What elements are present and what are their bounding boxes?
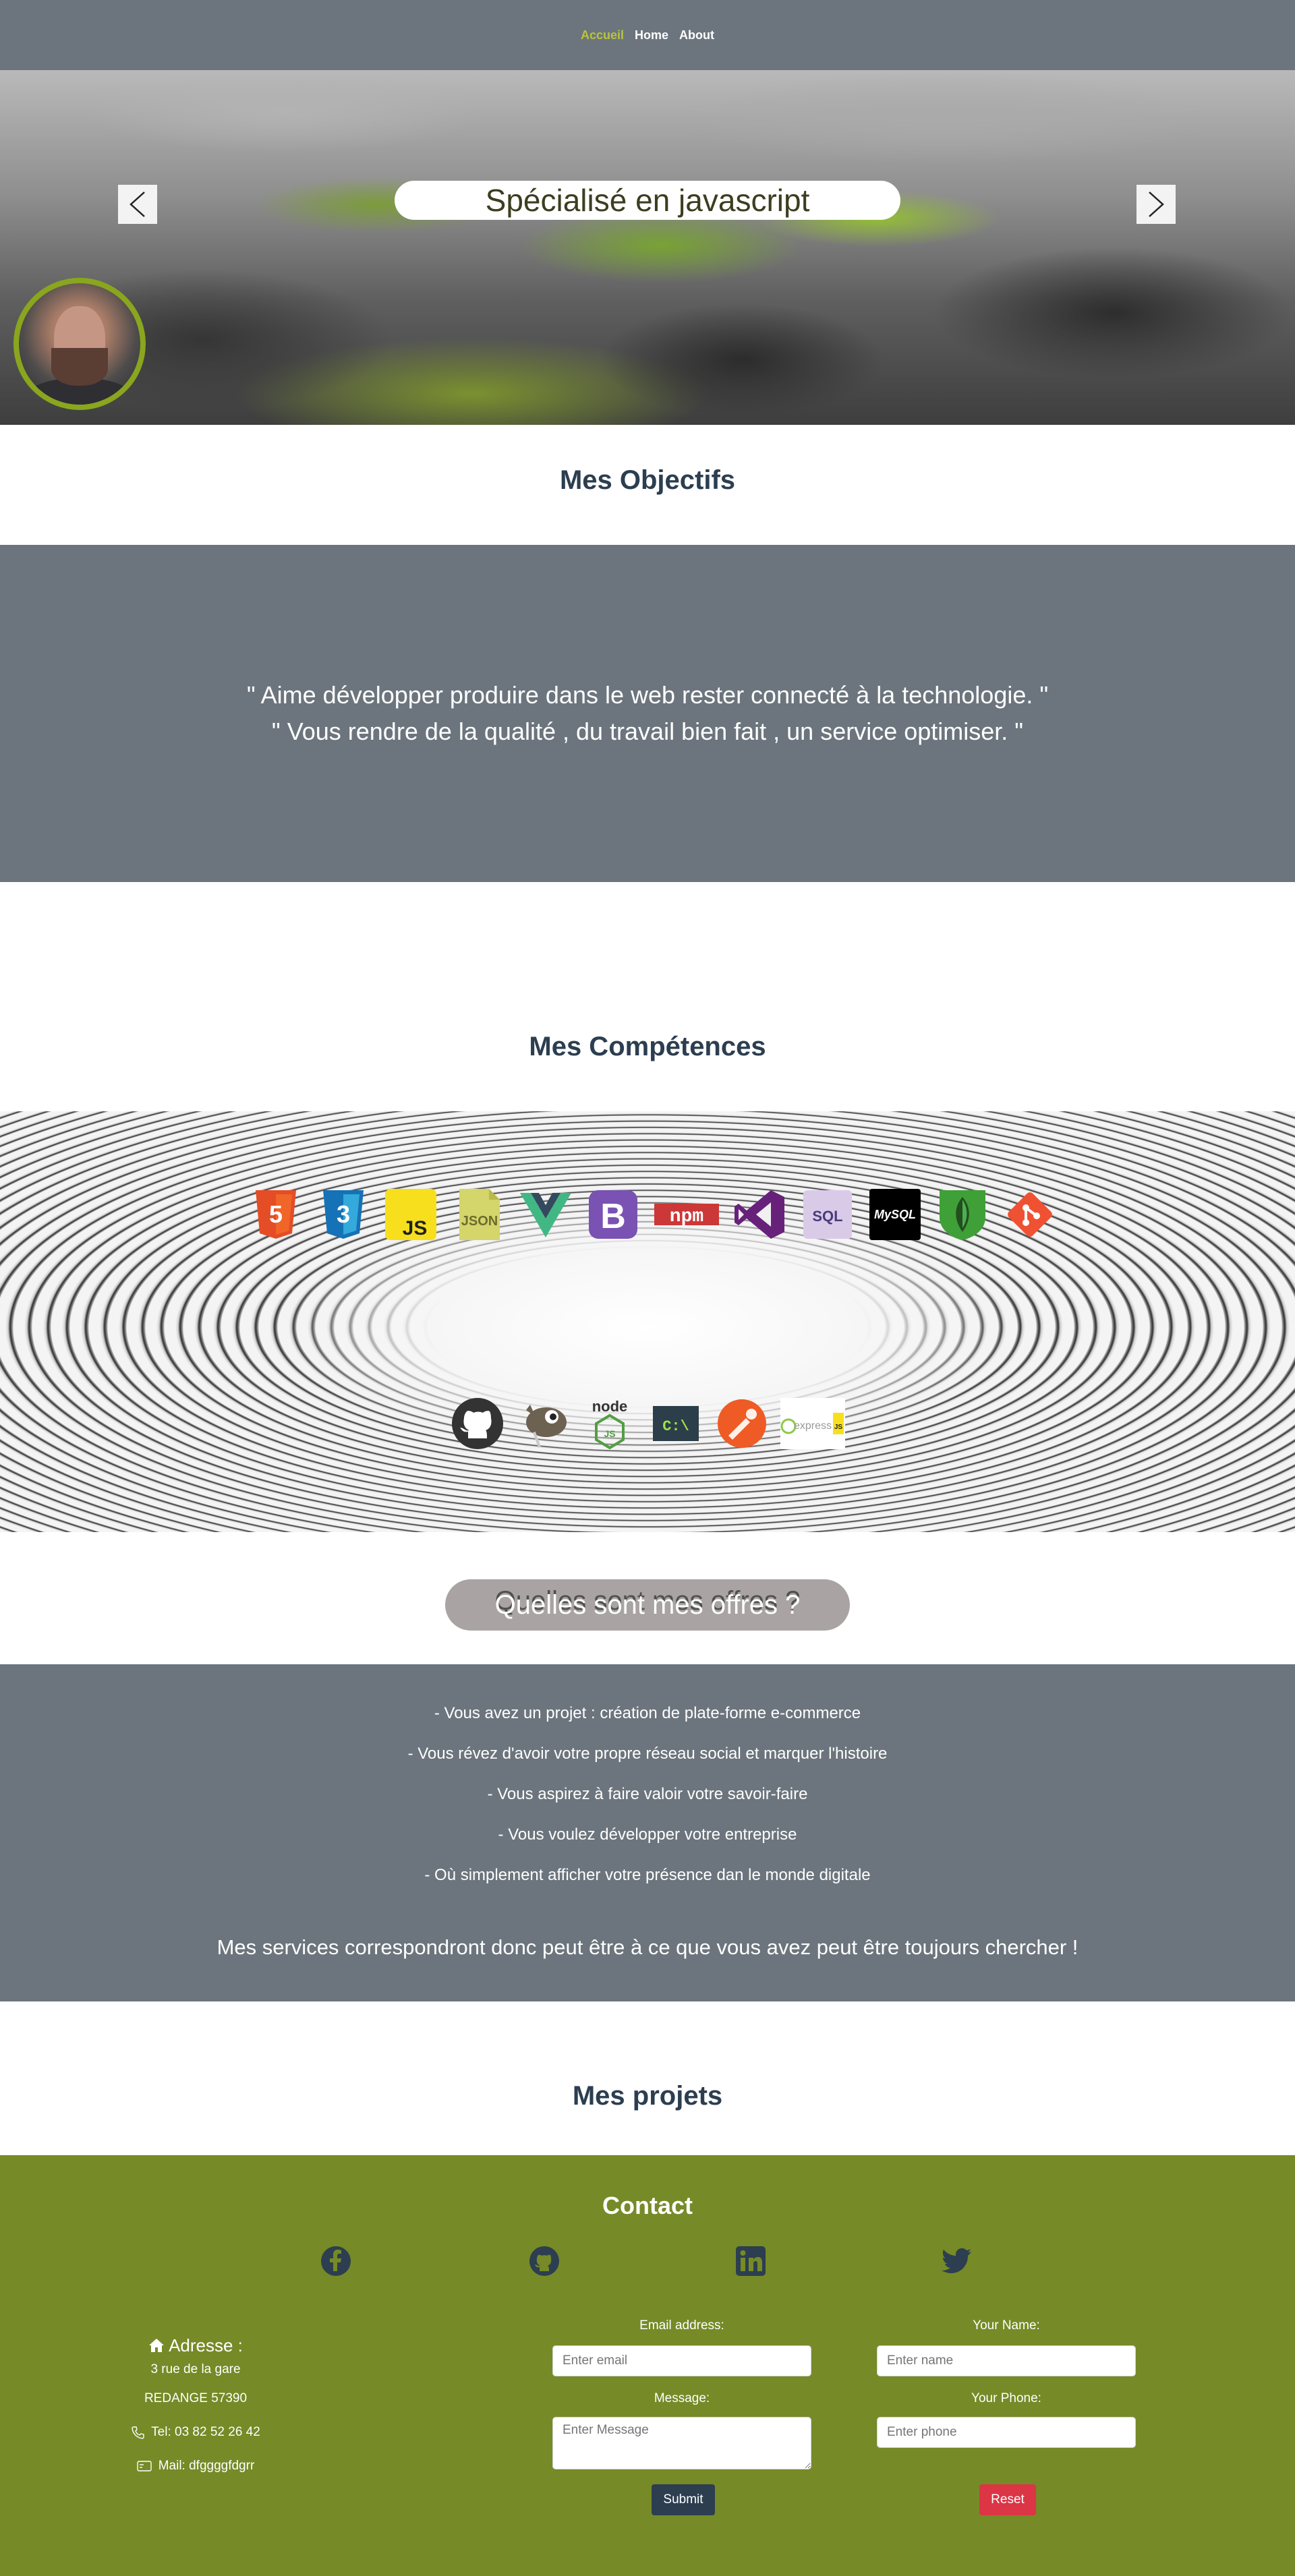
vue-icon xyxy=(517,1185,575,1243)
carousel-next-button[interactable] xyxy=(1136,185,1176,224)
twitter-link[interactable] xyxy=(942,2246,973,2277)
offres-section: - Vous avez un projet : création de plat… xyxy=(0,1664,1295,2001)
svg-text:3: 3 xyxy=(337,1200,350,1228)
nav-item-about[interactable]: About xyxy=(679,28,714,42)
skills-row-1: 5 3 JS JSON B npm SQL MySQL xyxy=(247,1185,1059,1243)
address-city: REDANGE 57390 xyxy=(144,2391,248,2405)
javascript-icon-text: JS xyxy=(403,1217,428,1239)
card-icon xyxy=(137,2461,152,2471)
offres-conclusion: Mes services correspondront donc peut êt… xyxy=(217,1935,1078,1959)
github-link[interactable] xyxy=(529,2246,560,2277)
git-icon xyxy=(1001,1185,1059,1243)
facebook-icon xyxy=(321,2246,351,2276)
hero-caption: Spécialisé en javascript xyxy=(395,181,900,220)
skills-banner: 5 3 JS JSON B npm SQL MySQL node JS C:\ e… xyxy=(0,1111,1295,1532)
carousel-prev-button[interactable] xyxy=(118,185,157,224)
svg-text:JS: JS xyxy=(604,1428,615,1439)
css3-icon: 3 xyxy=(314,1185,372,1243)
phone-label: Your Phone: xyxy=(971,2391,1041,2405)
visual-studio-icon xyxy=(731,1185,789,1243)
objectif-quote: " Aime développer produire dans le web r… xyxy=(246,681,1049,709)
offres-title: Quelles sont mes offres ? xyxy=(445,1579,850,1631)
phone-field[interactable] xyxy=(877,2417,1136,2448)
facebook-link[interactable] xyxy=(320,2246,351,2277)
svg-text:5: 5 xyxy=(269,1200,283,1228)
objectifs-title: Mes Objectifs xyxy=(559,465,736,495)
github-icon xyxy=(449,1395,507,1453)
address-phone: Tel: 03 82 52 26 42 xyxy=(151,2425,260,2439)
message-field[interactable] xyxy=(552,2417,811,2469)
name-label: Your Name: xyxy=(973,2318,1040,2333)
list-item: - Vous avez un projet : création de plat… xyxy=(434,1704,861,1722)
nodejs-icon-text: node xyxy=(592,1398,628,1415)
chevron-right-icon xyxy=(1149,192,1164,217)
nav-item-home[interactable]: Home xyxy=(635,28,668,42)
submit-button[interactable]: Submit xyxy=(652,2484,715,2515)
address-heading: Adresse : xyxy=(169,2335,243,2355)
bootstrap-icon: B xyxy=(584,1185,642,1243)
sql-icon-text: SQL xyxy=(812,1208,842,1225)
projets-title: Mes projets xyxy=(572,2081,723,2111)
competences-title: Mes Compétences xyxy=(529,1032,766,1061)
top-nav: Accueil Home About xyxy=(0,0,1295,70)
linkedin-icon xyxy=(736,2246,766,2276)
list-item: - Vous aspirez à faire valoir votre savo… xyxy=(487,1785,808,1803)
list-item: - Où simplement afficher votre présence … xyxy=(424,1866,871,1884)
nav-item-accueil[interactable]: Accueil xyxy=(581,28,624,42)
github-icon xyxy=(529,2246,559,2276)
svg-text:B: B xyxy=(600,1197,626,1236)
nodejs-icon: node JS xyxy=(581,1395,639,1453)
list-item: - Vous révez d'avoir votre propre réseau… xyxy=(407,1745,888,1763)
home-icon xyxy=(149,2339,165,2352)
terminal-icon: C:\ xyxy=(647,1395,705,1453)
objectif-quote: " Vous rendre de la qualité , du travail… xyxy=(271,718,1024,745)
chevron-left-icon xyxy=(130,192,145,217)
npm-icon: npm xyxy=(652,1185,722,1243)
twitter-icon xyxy=(942,2248,971,2273)
html5-icon: 5 xyxy=(247,1185,305,1243)
json-icon-text: JSON xyxy=(461,1214,498,1229)
objectifs-section: " Aime développer produire dans le web r… xyxy=(0,545,1295,882)
contact-title: Contact xyxy=(602,2192,693,2219)
terminal-icon-text: C:\ xyxy=(662,1418,689,1435)
expressjs-icon: express JS xyxy=(779,1395,846,1453)
list-item: - Vous voulez développer votre entrepris… xyxy=(498,1825,797,1844)
address-block: Adresse : 3 rue de la gare REDANGE 57390… xyxy=(67,2333,324,2483)
javascript-icon: JS xyxy=(382,1185,440,1243)
linkedin-link[interactable] xyxy=(735,2246,766,2277)
mysql-icon: MySQL xyxy=(866,1185,924,1243)
json-icon: JSON xyxy=(449,1185,507,1243)
avatar xyxy=(13,278,146,410)
mongodb-icon xyxy=(933,1185,991,1243)
email-field[interactable] xyxy=(552,2345,811,2376)
sql-icon: SQL xyxy=(799,1185,857,1243)
hero-carousel: Spécialisé en javascript xyxy=(0,70,1295,425)
gimp-icon xyxy=(515,1395,573,1453)
postman-icon xyxy=(713,1395,771,1453)
expressjs-icon-text: express xyxy=(794,1420,832,1432)
reset-button[interactable]: Reset xyxy=(979,2484,1036,2515)
npm-icon-text: npm xyxy=(670,1206,703,1227)
phone-icon xyxy=(132,2426,144,2439)
name-field[interactable] xyxy=(877,2345,1136,2376)
skills-row-2: node JS C:\ express JS xyxy=(449,1395,846,1453)
message-label: Message: xyxy=(654,2391,710,2405)
address-mail: Mail: dfggggfdgrr xyxy=(158,2459,255,2473)
offres-list: - Vous avez un projet : création de plat… xyxy=(0,1703,1295,1906)
mysql-icon-text: MySQL xyxy=(874,1208,916,1221)
address-street: 3 rue de la gare xyxy=(150,2362,241,2376)
email-label: Email address: xyxy=(639,2318,724,2333)
expressjs-js-text: JS xyxy=(834,1424,843,1431)
